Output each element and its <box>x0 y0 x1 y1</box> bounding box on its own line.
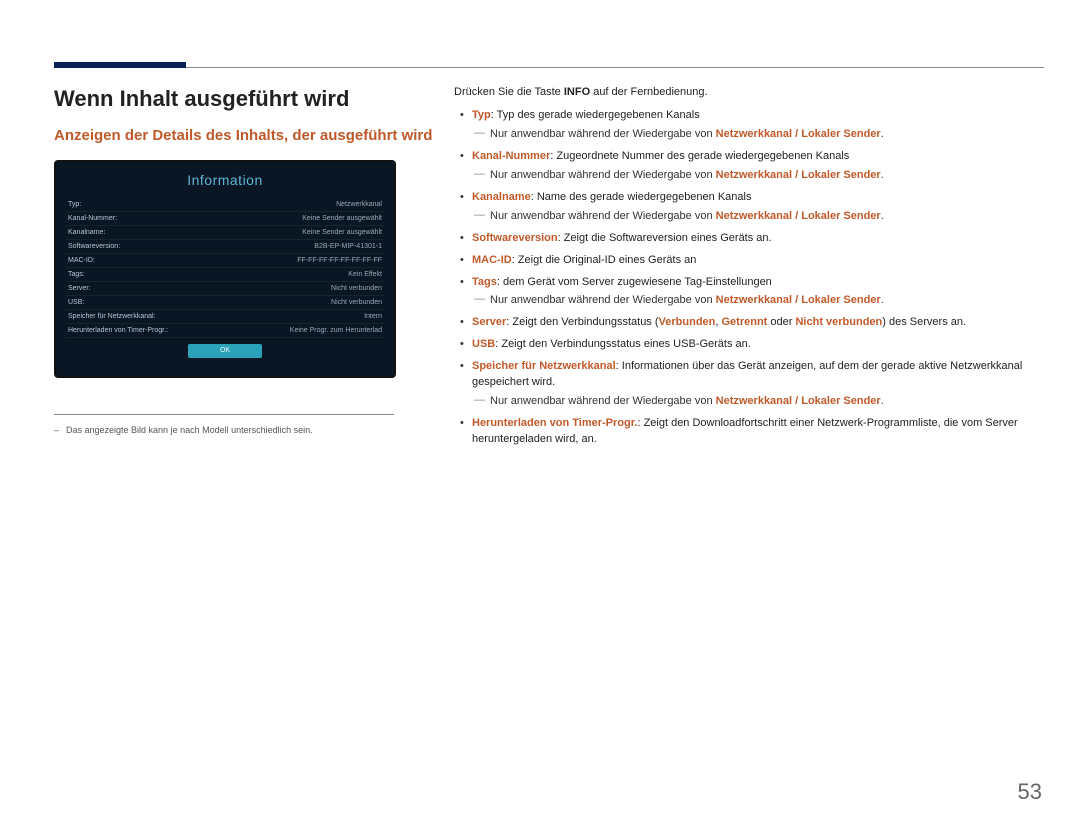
status-value: Nicht verbunden <box>795 316 882 328</box>
intro-text: Drücken Sie die Taste <box>454 86 564 98</box>
info-row-value: Kein Effekt <box>348 271 382 278</box>
note-link: Netzwerkkanal / Lokaler Sender <box>716 169 881 181</box>
info-row: Typ: Netzwerkkanal <box>66 198 384 212</box>
list-item-herunterladen: Herunterladen von Timer-Progr.: Zeigt de… <box>454 416 1044 448</box>
section-title: Anzeigen der Details des Inhalts, der au… <box>54 126 436 146</box>
info-row-label: Server: <box>68 285 91 292</box>
term-desc: : Name des gerade wiedergegebenen Kanals <box>531 191 752 203</box>
term-desc: ) des Servers an. <box>882 316 966 328</box>
list-item-softwareversion: Softwareversion: Zeigt die Softwareversi… <box>454 231 1044 247</box>
left-column: Wenn Inhalt ausgeführt wird Anzeigen der… <box>54 86 454 454</box>
term-desc: oder <box>767 316 795 328</box>
term-desc: : dem Gerät vom Server zugewiesene Tag-E… <box>497 276 772 288</box>
info-row-value: Nicht verbunden <box>331 299 382 306</box>
info-row-value: Intern <box>364 313 382 320</box>
term: Herunterladen von Timer-Progr. <box>472 417 637 429</box>
note-link: Netzwerkkanal / Lokaler Sender <box>716 210 881 222</box>
applicable-note: Nur anwendbar während der Wiedergabe von… <box>472 127 1044 143</box>
note-text: Nur anwendbar während der Wiedergabe von <box>490 169 716 181</box>
list-item-speicher: Speicher für Netzwerkkanal: Informatione… <box>454 359 1044 410</box>
definition-list: Typ: Typ des gerade wiedergegebenen Kana… <box>454 108 1044 448</box>
info-row: Softwareversion: B2B-EP-MIP-41301-1 <box>66 240 384 254</box>
term-desc: : Zeigt den Verbindungsstatus eines USB-… <box>495 338 751 350</box>
footnote: Das angezeigte Bild kann je nach Modell … <box>54 425 436 435</box>
info-row-label: Tags: <box>68 271 85 278</box>
note-text: Nur anwendbar während der Wiedergabe von <box>490 210 716 222</box>
note-text: Nur anwendbar während der Wiedergabe von <box>490 128 716 140</box>
note-link: Netzwerkkanal / Lokaler Sender <box>716 128 881 140</box>
status-value: Verbunden <box>659 316 716 328</box>
note-link: Netzwerkkanal / Lokaler Sender <box>716 294 881 306</box>
info-row-value: FF-FF-FF-FF-FF-FF-FF-FF <box>297 257 382 264</box>
info-panel-title: Information <box>56 172 394 188</box>
applicable-note: Nur anwendbar während der Wiedergabe von… <box>472 394 1044 410</box>
info-row-value: Keine Sender ausgewählt <box>302 215 382 222</box>
info-row: MAC-ID: FF-FF-FF-FF-FF-FF-FF-FF <box>66 254 384 268</box>
info-row-label: Herunterladen von Timer-Progr.: <box>68 327 168 334</box>
info-row-label: Typ: <box>68 201 81 208</box>
info-panel-rows: Typ: Netzwerkkanal Kanal-Nummer: Keine Sen… <box>56 198 394 338</box>
term-desc: : Zeigt die Softwareversion eines Geräts… <box>558 232 772 244</box>
info-row-label: MAC-ID: <box>68 257 95 264</box>
term: Typ <box>472 109 491 121</box>
term-desc: : Typ des gerade wiedergegebenen Kanals <box>491 109 700 121</box>
info-row-value: Netzwerkkanal <box>336 201 382 208</box>
intro-key: INFO <box>564 86 590 98</box>
info-row: Speicher für Netzwerkkanal: Intern <box>66 310 384 324</box>
info-row: USB: Nicht verbunden <box>66 296 384 310</box>
status-value: Getrennt <box>722 316 768 328</box>
list-item-typ: Typ: Typ des gerade wiedergegebenen Kana… <box>454 108 1044 143</box>
intro-line: Drücken Sie die Taste INFO auf der Fernb… <box>454 86 1044 98</box>
term: Server <box>472 316 506 328</box>
intro-text: auf der Fernbedienung. <box>590 86 707 98</box>
term-desc: : Zeigt die Original-ID eines Geräts an <box>512 254 697 266</box>
term: Speicher für Netzwerkkanal <box>472 360 616 372</box>
info-row-value: Nicht verbunden <box>331 285 382 292</box>
note-text: Nur anwendbar während der Wiedergabe von <box>490 294 716 306</box>
footnote-divider <box>54 414 394 415</box>
applicable-note: Nur anwendbar während der Wiedergabe von… <box>472 293 1044 309</box>
top-divider <box>54 62 1044 68</box>
list-item-macid: MAC-ID: Zeigt die Original-ID eines Gerä… <box>454 253 1044 269</box>
info-row-label: Speicher für Netzwerkkanal: <box>68 313 156 320</box>
page-title: Wenn Inhalt ausgeführt wird <box>54 86 436 112</box>
note-link: Netzwerkkanal / Lokaler Sender <box>716 395 881 407</box>
info-row-label: Kanalname: <box>68 229 105 236</box>
info-row: Herunterladen von Timer-Progr.: Keine Pro… <box>66 324 384 338</box>
term-desc: : Zeigt den Verbindungsstatus ( <box>506 316 658 328</box>
list-item-kanalname: Kanalname: Name des gerade wiedergegeben… <box>454 190 1044 225</box>
ok-button: OK <box>188 344 262 358</box>
term-desc: : Zugeordnete Nummer des gerade wiederge… <box>550 150 849 162</box>
list-item-server: Server: Zeigt den Verbindungsstatus (Ver… <box>454 315 1044 331</box>
info-row-label: USB: <box>68 299 84 306</box>
list-item-usb: USB: Zeigt den Verbindungsstatus eines U… <box>454 337 1044 353</box>
info-row-value: Keine Sender ausgewählt <box>302 229 382 236</box>
info-row-value: Keine Progr. zum Herunterlad <box>290 327 382 334</box>
info-row: Kanal-Nummer: Keine Sender ausgewählt <box>66 212 384 226</box>
term: Kanal-Nummer <box>472 150 550 162</box>
right-column: Drücken Sie die Taste INFO auf der Fernb… <box>454 86 1044 454</box>
page-body: Wenn Inhalt ausgeführt wird Anzeigen der… <box>0 68 1080 454</box>
applicable-note: Nur anwendbar während der Wiedergabe von… <box>472 168 1044 184</box>
term: Tags <box>472 276 497 288</box>
list-item-kanalnummer: Kanal-Nummer: Zugeordnete Nummer des ger… <box>454 149 1044 184</box>
info-row-label: Softwareversion: <box>68 243 120 250</box>
term: USB <box>472 338 495 350</box>
note-text: Nur anwendbar während der Wiedergabe von <box>490 395 716 407</box>
term: MAC-ID <box>472 254 512 266</box>
info-row: Kanalname: Keine Sender ausgewählt <box>66 226 384 240</box>
applicable-note: Nur anwendbar während der Wiedergabe von… <box>472 209 1044 225</box>
info-row: Tags: Kein Effekt <box>66 268 384 282</box>
info-row: Server: Nicht verbunden <box>66 282 384 296</box>
term: Softwareversion <box>472 232 558 244</box>
page-number: 53 <box>1018 779 1042 805</box>
info-row-label: Kanal-Nummer: <box>68 215 117 222</box>
info-panel-screenshot: Information Typ: Netzwerkkanal Kanal-Numm… <box>54 160 396 378</box>
list-item-tags: Tags: dem Gerät vom Server zugewiesene T… <box>454 275 1044 310</box>
term: Kanalname <box>472 191 531 203</box>
accent-bar <box>54 62 186 68</box>
info-row-value: B2B-EP-MIP-41301-1 <box>314 243 382 250</box>
